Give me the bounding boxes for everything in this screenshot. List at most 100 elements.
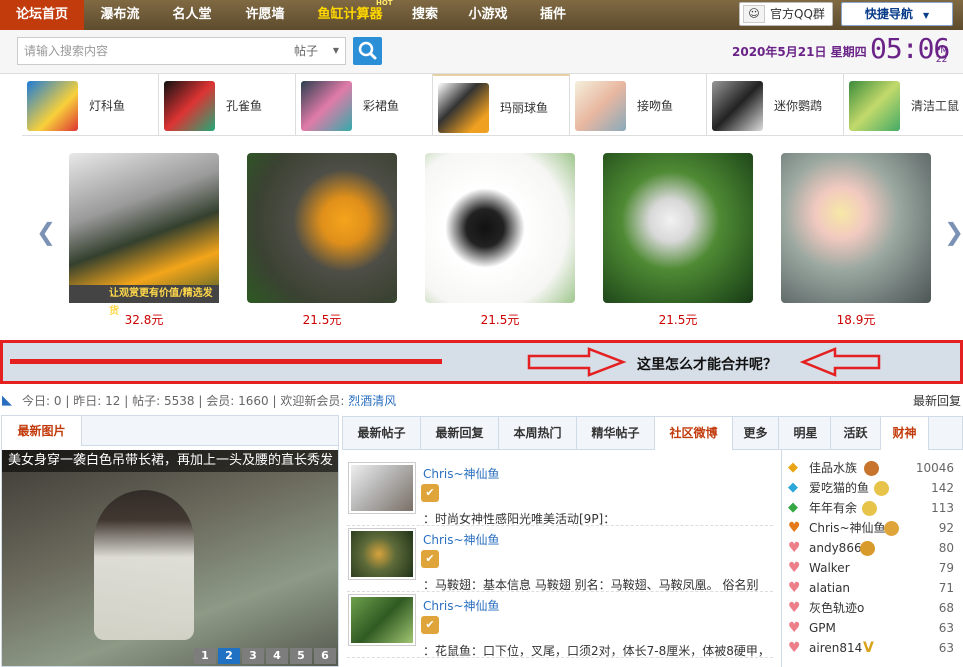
ranking-item[interactable]: ◆ 年年有余 113 [788,498,958,518]
product-carousel: ❮ ❯ 让观赏更有价值/精选发货 32.8元 21.5元 21.5元 21.5元… [0,136,963,340]
ranking-item[interactable]: ♥ Walker 79 [788,558,958,578]
product-price: 32.8元 [124,313,164,327]
yesterday-label: 昨日: [73,394,102,408]
product-card[interactable]: 21.5元 [425,153,575,328]
page-button-active[interactable]: 2 [218,648,240,664]
ranking-item[interactable]: ♥ airen814 V 63 [788,638,958,658]
search-input[interactable]: 请输入搜索内容 [17,37,287,65]
new-member-link[interactable]: 烈酒清风 [348,394,396,408]
ranking-name[interactable]: 年年有余 [809,498,857,518]
nav-wish-wall[interactable]: 许愿墙 [233,0,297,30]
post-item[interactable]: Chris~神仙鱼 ✔ ：时尚女神性感阳光唯美活动[9P]： [347,462,773,526]
tab-active[interactable]: 活跃 [831,417,881,449]
fish-tab[interactable]: 迷你鹦鹉 [707,74,844,135]
search-button[interactable] [353,37,382,65]
post-text: ：马鞍翅：基本信息 马鞍翅 别名：马鞍翅、马鞍凤凰。 俗名别 [423,578,759,592]
ranking-value: 63 [938,621,954,635]
ranking-item[interactable]: ◆ 佳品水族 10046 [788,458,958,478]
fish-tab-label: 清洁工鼠 [911,99,960,113]
nav-mini-games[interactable]: 小游戏 [458,0,518,30]
product-caption: 让观赏更有价值/精选发货 [69,285,219,317]
nav-tank-calculator[interactable]: 鱼缸计算器 HOT [304,0,396,30]
page-button[interactable]: 1 [194,648,216,664]
tab-featured-posts[interactable]: 精华帖子 [577,417,655,449]
chevron-right-icon[interactable]: ❯ [944,218,963,246]
nav-hall-of-fame[interactable]: 名人堂 [160,0,224,30]
post-author[interactable]: Chris~神仙鱼 [423,531,500,548]
page-button[interactable]: 5 [290,648,312,664]
fish-tab[interactable]: 清洁工鼠 [844,74,963,135]
nav-waterfall[interactable]: 瀑布流 [88,0,152,30]
ranking-value: 63 [938,641,954,655]
ranking-name[interactable]: airen814 [809,638,862,658]
fish-tab[interactable]: 灯科鱼 [22,74,159,135]
ranking-item[interactable]: ♥ alatian 71 [788,578,958,598]
nav-search[interactable]: 搜索 [404,0,446,30]
post-author[interactable]: Chris~神仙鱼 [423,465,500,482]
ranking-item[interactable]: ♥ 灰色轨迹o 68 [788,598,958,618]
latest-reply-link[interactable]: 最新回复 [913,391,961,411]
post-item[interactable]: Chris~神仙鱼 ✔ ：马鞍翅：基本信息 马鞍翅 别名：马鞍翅、马鞍凤凰。 俗… [347,528,773,592]
product-card[interactable]: 21.5元 [247,153,397,328]
ranking-item[interactable]: ♥ Chris~神仙鱼 92 [788,518,958,538]
ranking-name[interactable]: Chris~神仙鱼 [809,518,886,538]
nav-plugins[interactable]: 插件 [528,0,578,30]
post-item[interactable]: Chris~神仙鱼 ✔ ：花鼠鱼：口下位，叉尾，口须2对，体长7-8厘米，体被8… [347,594,773,658]
featured-image[interactable]: 美女身穿一袭白色吊带长裙，再加上一头及腰的直长秀发 123456 [2,450,338,666]
tab-community-weibo[interactable]: 社区微博 [655,417,733,450]
ranking-item[interactable]: ♥ GPM 63 [788,618,958,638]
post-author[interactable]: Chris~神仙鱼 [423,597,500,614]
product-price: 21.5元 [480,313,520,327]
ranking-name[interactable]: GPM [809,618,836,638]
product-card[interactable]: 21.5元 [603,153,753,328]
tab-stars[interactable]: 明星 [781,417,831,449]
badge-icon: ✔ [421,616,439,634]
fish-tab[interactable]: 彩裙鱼 [296,74,433,135]
product-card[interactable]: 让观赏更有价值/精选发货 32.8元 [69,153,219,328]
product-image [603,153,753,303]
tab-weekly-hot[interactable]: 本周热门 [499,417,577,449]
tab-latest-images[interactable]: 最新图片 [2,416,82,446]
tab-wealth[interactable]: 财神 [881,417,929,450]
ranking-name[interactable]: andy866 [809,538,862,558]
fish-tab-active[interactable]: 玛丽球鱼 [433,74,570,135]
page-button[interactable]: 3 [242,648,264,664]
posts-label: 帖子: [132,394,161,408]
qq-group-button[interactable]: ☺ 官方QQ群 [739,2,833,26]
nav-home[interactable]: 论坛首页 [0,0,84,30]
annotation-line [10,359,442,364]
tab-latest-replies[interactable]: 最新回复 [421,417,499,449]
arrow-left-icon [799,347,881,377]
fish-tab[interactable]: 接吻鱼 [570,74,707,135]
post-text: ：花鼠鱼：口下位，叉尾，口须2对，体长7-8厘米，体被8硬甲， [423,644,770,658]
fish-thumbnail [849,81,900,131]
product-image [425,153,575,303]
tab-latest-posts[interactable]: 最新帖子 [343,417,421,449]
fish-tab[interactable]: 孔雀鱼 [159,74,296,135]
quick-nav-button[interactable]: 快捷导航 ▼ [841,2,953,26]
ranking-name[interactable]: alatian [809,578,850,598]
ranking-value: 71 [938,581,954,595]
search-scope-select[interactable]: 帖子 ▼ [286,37,346,65]
page-button[interactable]: 4 [266,648,288,664]
ranking-name[interactable]: 爱吃猫的鱼 [809,478,869,498]
ranking-name[interactable]: Walker [809,558,850,578]
heart-icon: ♥ [788,640,801,656]
product-card[interactable]: 18.9元 [781,153,931,328]
ranking-item[interactable]: ◆ 爱吃猫的鱼 142 [788,478,958,498]
ranking-value: 142 [931,481,954,495]
fish-tab-label: 接吻鱼 [637,99,674,113]
vip-icon: V [863,640,874,656]
ranking-value: 80 [938,541,954,555]
ranking-name[interactable]: 佳品水族 [809,458,857,478]
tab-more[interactable]: 更多 [733,417,779,449]
product-price: 21.5元 [658,313,698,327]
page-button[interactable]: 6 [314,648,336,664]
content-tabs: 最新帖子 最新回复 本周热门 精华帖子 社区微博 更多 明星 活跃 财神 [342,416,963,450]
ranking-item[interactable]: ♥ andy866 80 [788,538,958,558]
quick-nav-label: 快捷导航 [864,7,913,21]
ranking-name[interactable]: 灰色轨迹o [809,598,864,618]
fish-thumbnail [27,81,78,131]
fish-category-tabs: 灯科鱼 孔雀鱼 彩裙鱼 玛丽球鱼 接吻鱼 迷你鹦鹉 清洁工鼠 [22,74,963,136]
chevron-left-icon[interactable]: ❮ [36,218,56,246]
